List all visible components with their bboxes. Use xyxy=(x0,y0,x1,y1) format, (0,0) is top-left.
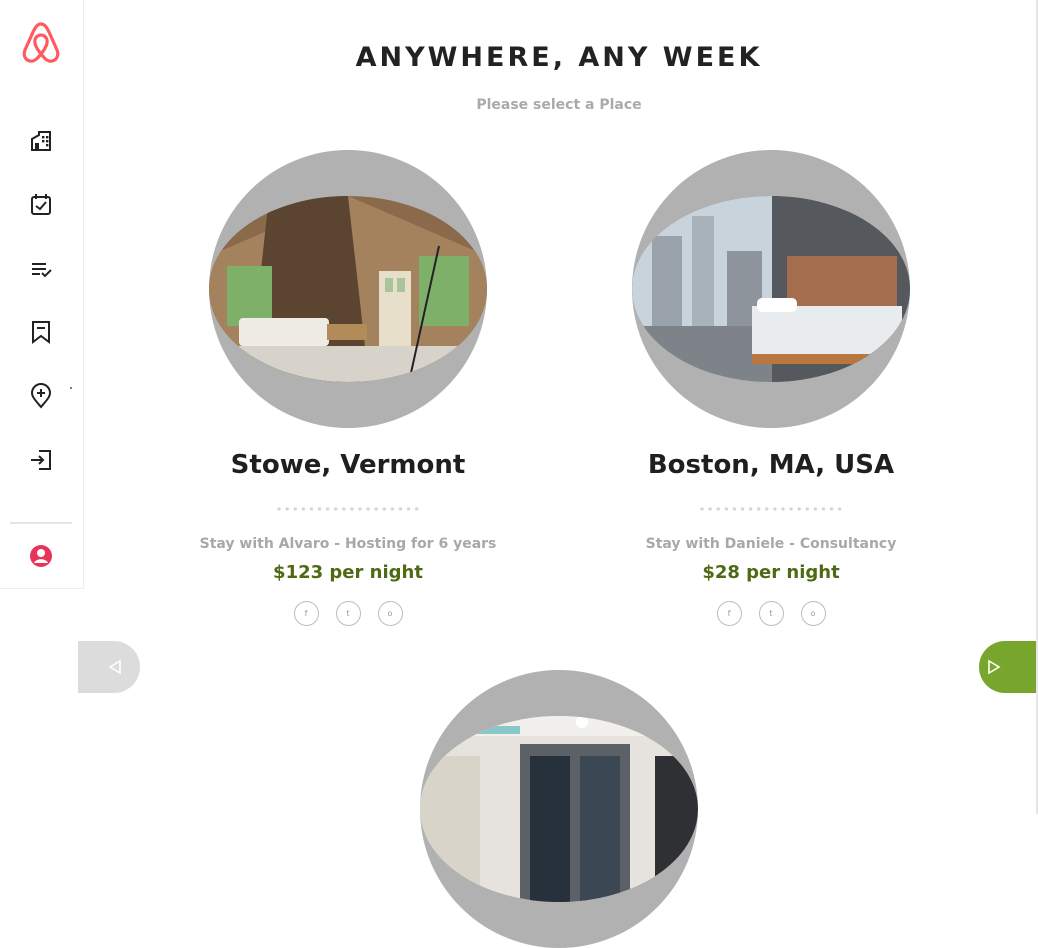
previous-button[interactable] xyxy=(78,641,140,693)
page-subtitle: Please select a Place xyxy=(476,97,642,113)
dotted-divider xyxy=(275,506,421,512)
sidebar-divider xyxy=(10,522,72,524)
facebook-icon[interactable]: f xyxy=(716,601,742,626)
listing-image-frame[interactable] xyxy=(209,150,487,428)
dotted-divider xyxy=(698,506,844,512)
sidebar xyxy=(0,0,84,589)
listing-image-frame[interactable] xyxy=(632,150,910,428)
listing-photo xyxy=(209,196,487,382)
bookmark-icon[interactable] xyxy=(28,319,54,345)
place-name: Stowe, Vermont xyxy=(230,450,466,480)
next-button[interactable] xyxy=(979,641,1036,693)
place-name: Boston, MA, USA xyxy=(647,450,895,480)
listing-image-frame[interactable] xyxy=(420,670,698,948)
checklist-icon[interactable] xyxy=(28,256,54,282)
listing-photo xyxy=(632,196,910,382)
arrow-right-icon xyxy=(988,659,1001,675)
login-icon[interactable] xyxy=(28,447,54,473)
social-links: f t o xyxy=(188,601,508,626)
instagram-icon[interactable]: o xyxy=(800,601,826,626)
twitter-icon[interactable]: t xyxy=(335,601,361,626)
airbnb-logo-icon[interactable] xyxy=(20,20,62,64)
facebook-icon[interactable]: f xyxy=(293,601,319,626)
page-title: ANYWHERE, ANY WEEK xyxy=(355,42,763,73)
arrow-left-icon xyxy=(108,659,121,675)
social-links: f t o xyxy=(611,601,931,626)
listing-card[interactable]: Stowe, Vermont Stay with Alvaro - Hostin… xyxy=(188,150,508,626)
user-circle-icon[interactable] xyxy=(28,543,54,569)
host-info: Stay with Alvaro - Hosting for 6 years xyxy=(199,536,497,552)
twitter-icon[interactable]: t xyxy=(758,601,784,626)
price-label: $123 per night xyxy=(273,562,423,583)
listing-card[interactable]: Boston, MA, USA Stay with Daniele - Cons… xyxy=(611,150,931,626)
host-info: Stay with Daniele - Consultancy xyxy=(645,536,897,552)
instagram-icon[interactable]: o xyxy=(377,601,403,626)
stray-dot xyxy=(70,387,72,389)
buildings-icon[interactable] xyxy=(28,127,54,153)
location-add-icon[interactable] xyxy=(28,383,54,409)
price-label: $28 per night xyxy=(702,562,840,583)
calendar-check-icon[interactable] xyxy=(28,191,54,217)
listing-photo xyxy=(420,716,698,902)
